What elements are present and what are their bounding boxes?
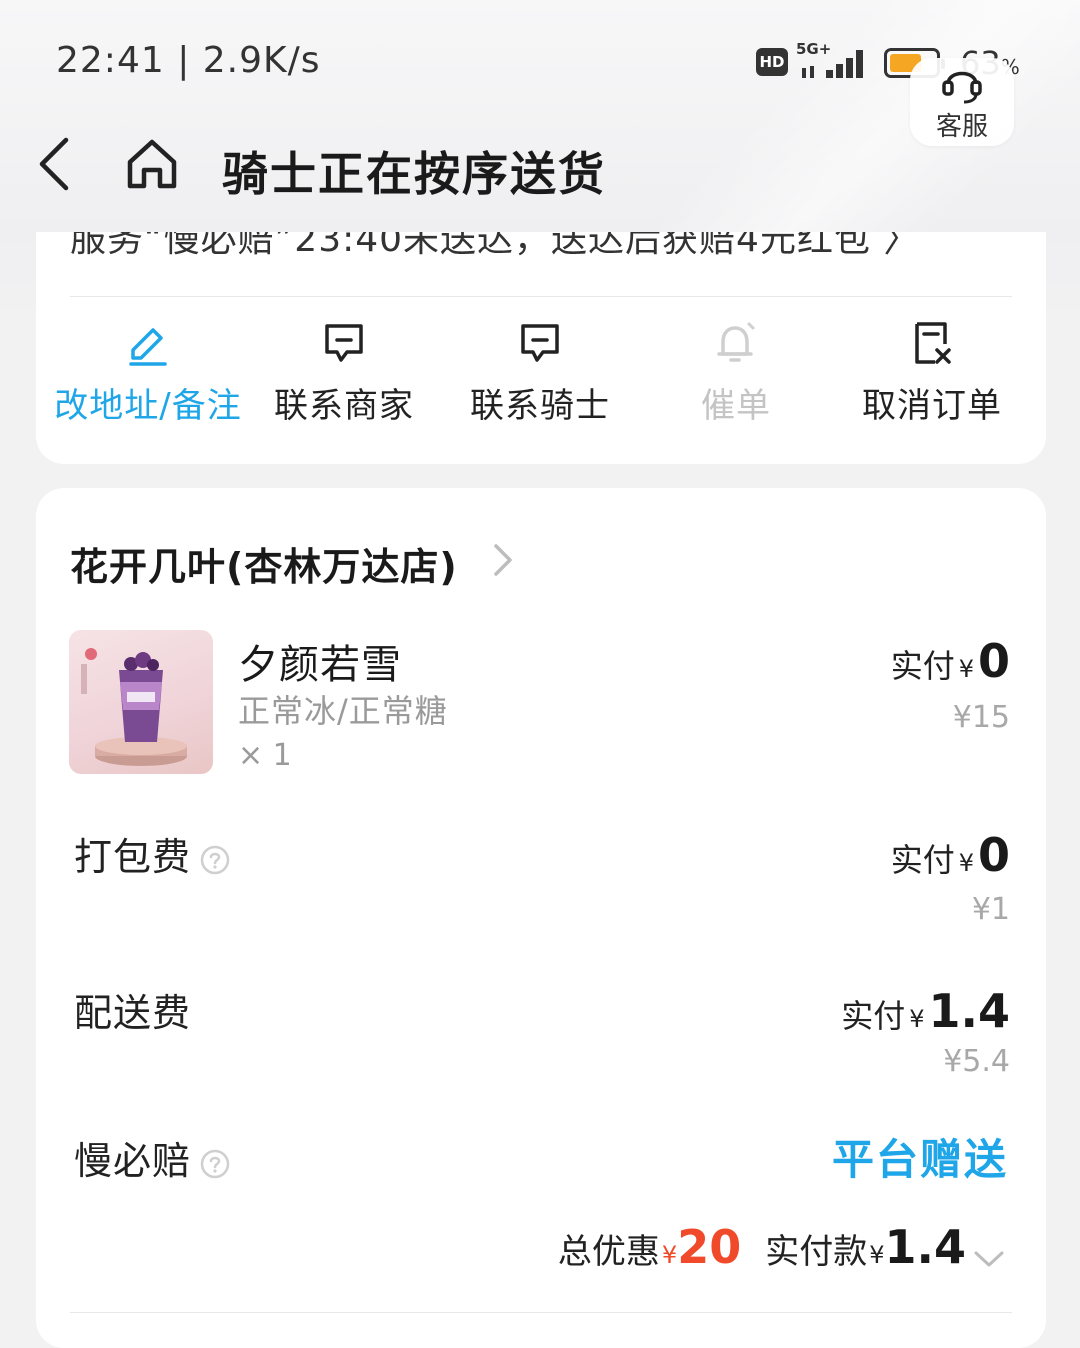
- help-icon[interactable]: [199, 1148, 231, 1180]
- order-status-card: 服务“慢必赔”23:40未送达，送达后获赔4元红包 〉 改地址/备注 联系商家 …: [36, 232, 1046, 464]
- paid-amount: 0: [977, 634, 1010, 688]
- guarantee-row: 慢必赔: [74, 1130, 231, 1185]
- chat-icon: [325, 324, 363, 362]
- action-label: 催单: [701, 386, 771, 426]
- status-time: 22:41 | 2.9K/s: [56, 40, 321, 81]
- currency-symbol: ¥: [661, 1241, 678, 1269]
- product-image[interactable]: [69, 630, 213, 774]
- platform-gift-value: 平台赠送: [831, 1135, 1008, 1184]
- chevron-right-icon[interactable]: [492, 542, 514, 578]
- product-spec: 正常冰/正常糖: [238, 692, 448, 730]
- change-address-button[interactable]: 改地址/备注: [48, 320, 248, 427]
- guarantee-label: 慢必赔: [74, 1139, 192, 1183]
- drink-cup-icon: [81, 648, 187, 766]
- packing-fee-row: 打包费: [74, 826, 231, 881]
- packing-fee-paid: 实付 ¥0: [891, 828, 1010, 882]
- urge-order-button[interactable]: 催单: [636, 320, 836, 427]
- packing-fee-label: 打包费: [74, 835, 192, 879]
- order-detail-card: 花开几叶(杏林万达店) 夕颜若雪 正常冰/正常糖 × 1 实付 ¥0 ¥15 打包…: [36, 488, 1046, 1348]
- signal-icon: [802, 50, 863, 78]
- paid-prefix: 实付: [890, 647, 955, 685]
- edit-icon: [129, 328, 167, 366]
- action-bar: 改地址/备注 联系商家 联系骑士 催单 取消订单: [36, 320, 1046, 430]
- customer-service-label: 客服: [935, 112, 988, 142]
- contact-merchant-button[interactable]: 联系商家: [244, 320, 444, 427]
- divider: [70, 296, 1012, 297]
- total-paid-label: 实付款: [765, 1232, 868, 1272]
- action-label: 改地址/备注: [54, 386, 242, 426]
- packing-fee-original: ¥1: [971, 892, 1010, 927]
- help-icon[interactable]: [199, 844, 231, 876]
- paid-prefix: 实付: [841, 997, 906, 1035]
- home-icon[interactable]: [124, 136, 180, 192]
- product-name: 夕颜若雪: [238, 642, 402, 688]
- cancel-order-button[interactable]: 取消订单: [832, 320, 1032, 427]
- cancel-order-icon: [915, 322, 951, 364]
- delivery-fee-paid: 实付 ¥1.4: [841, 984, 1010, 1038]
- hd-badge: HD: [756, 48, 788, 76]
- chevron-down-icon[interactable]: [972, 1249, 1006, 1269]
- page-title: 骑士正在按序送货: [222, 147, 606, 201]
- product-paid: 实付 ¥0: [891, 634, 1010, 688]
- total-paid-amount: 1.4: [884, 1220, 967, 1274]
- delivery-fee-label: 配送费: [74, 991, 192, 1035]
- delivery-fee-original: ¥5.4: [943, 1044, 1010, 1079]
- back-icon[interactable]: [32, 132, 80, 196]
- order-summary[interactable]: 总优惠¥20 实付款¥1.4: [558, 1220, 1006, 1274]
- action-label: 取消订单: [862, 386, 1002, 426]
- currency-symbol: ¥: [909, 1005, 925, 1033]
- chat-icon: [521, 324, 559, 362]
- action-label: 联系骑士: [470, 386, 610, 426]
- divider: [70, 1312, 1012, 1313]
- headset-icon: [942, 71, 982, 104]
- currency-symbol: ¥: [869, 1241, 885, 1269]
- currency-symbol: ¥: [958, 655, 974, 683]
- action-label: 联系商家: [274, 386, 414, 426]
- currency-symbol: ¥: [958, 849, 974, 877]
- customer-service-button[interactable]: 客服: [910, 58, 1014, 146]
- bell-icon: [717, 322, 755, 362]
- guarantee-notice[interactable]: 服务“慢必赔”23:40未送达，送达后获赔4元红包 〉: [70, 232, 920, 262]
- total-discount-amount: 20: [677, 1220, 742, 1274]
- paid-amount: 0: [977, 828, 1010, 882]
- paid-prefix: 实付: [890, 841, 955, 879]
- store-name[interactable]: 花开几叶(杏林万达店): [70, 536, 458, 591]
- product-quantity: × 1: [238, 738, 292, 773]
- product-original-price: ¥15: [952, 700, 1010, 735]
- total-discount-label: 总优惠: [557, 1232, 660, 1272]
- contact-rider-button[interactable]: 联系骑士: [440, 320, 640, 427]
- paid-amount: 1.4: [928, 984, 1011, 1038]
